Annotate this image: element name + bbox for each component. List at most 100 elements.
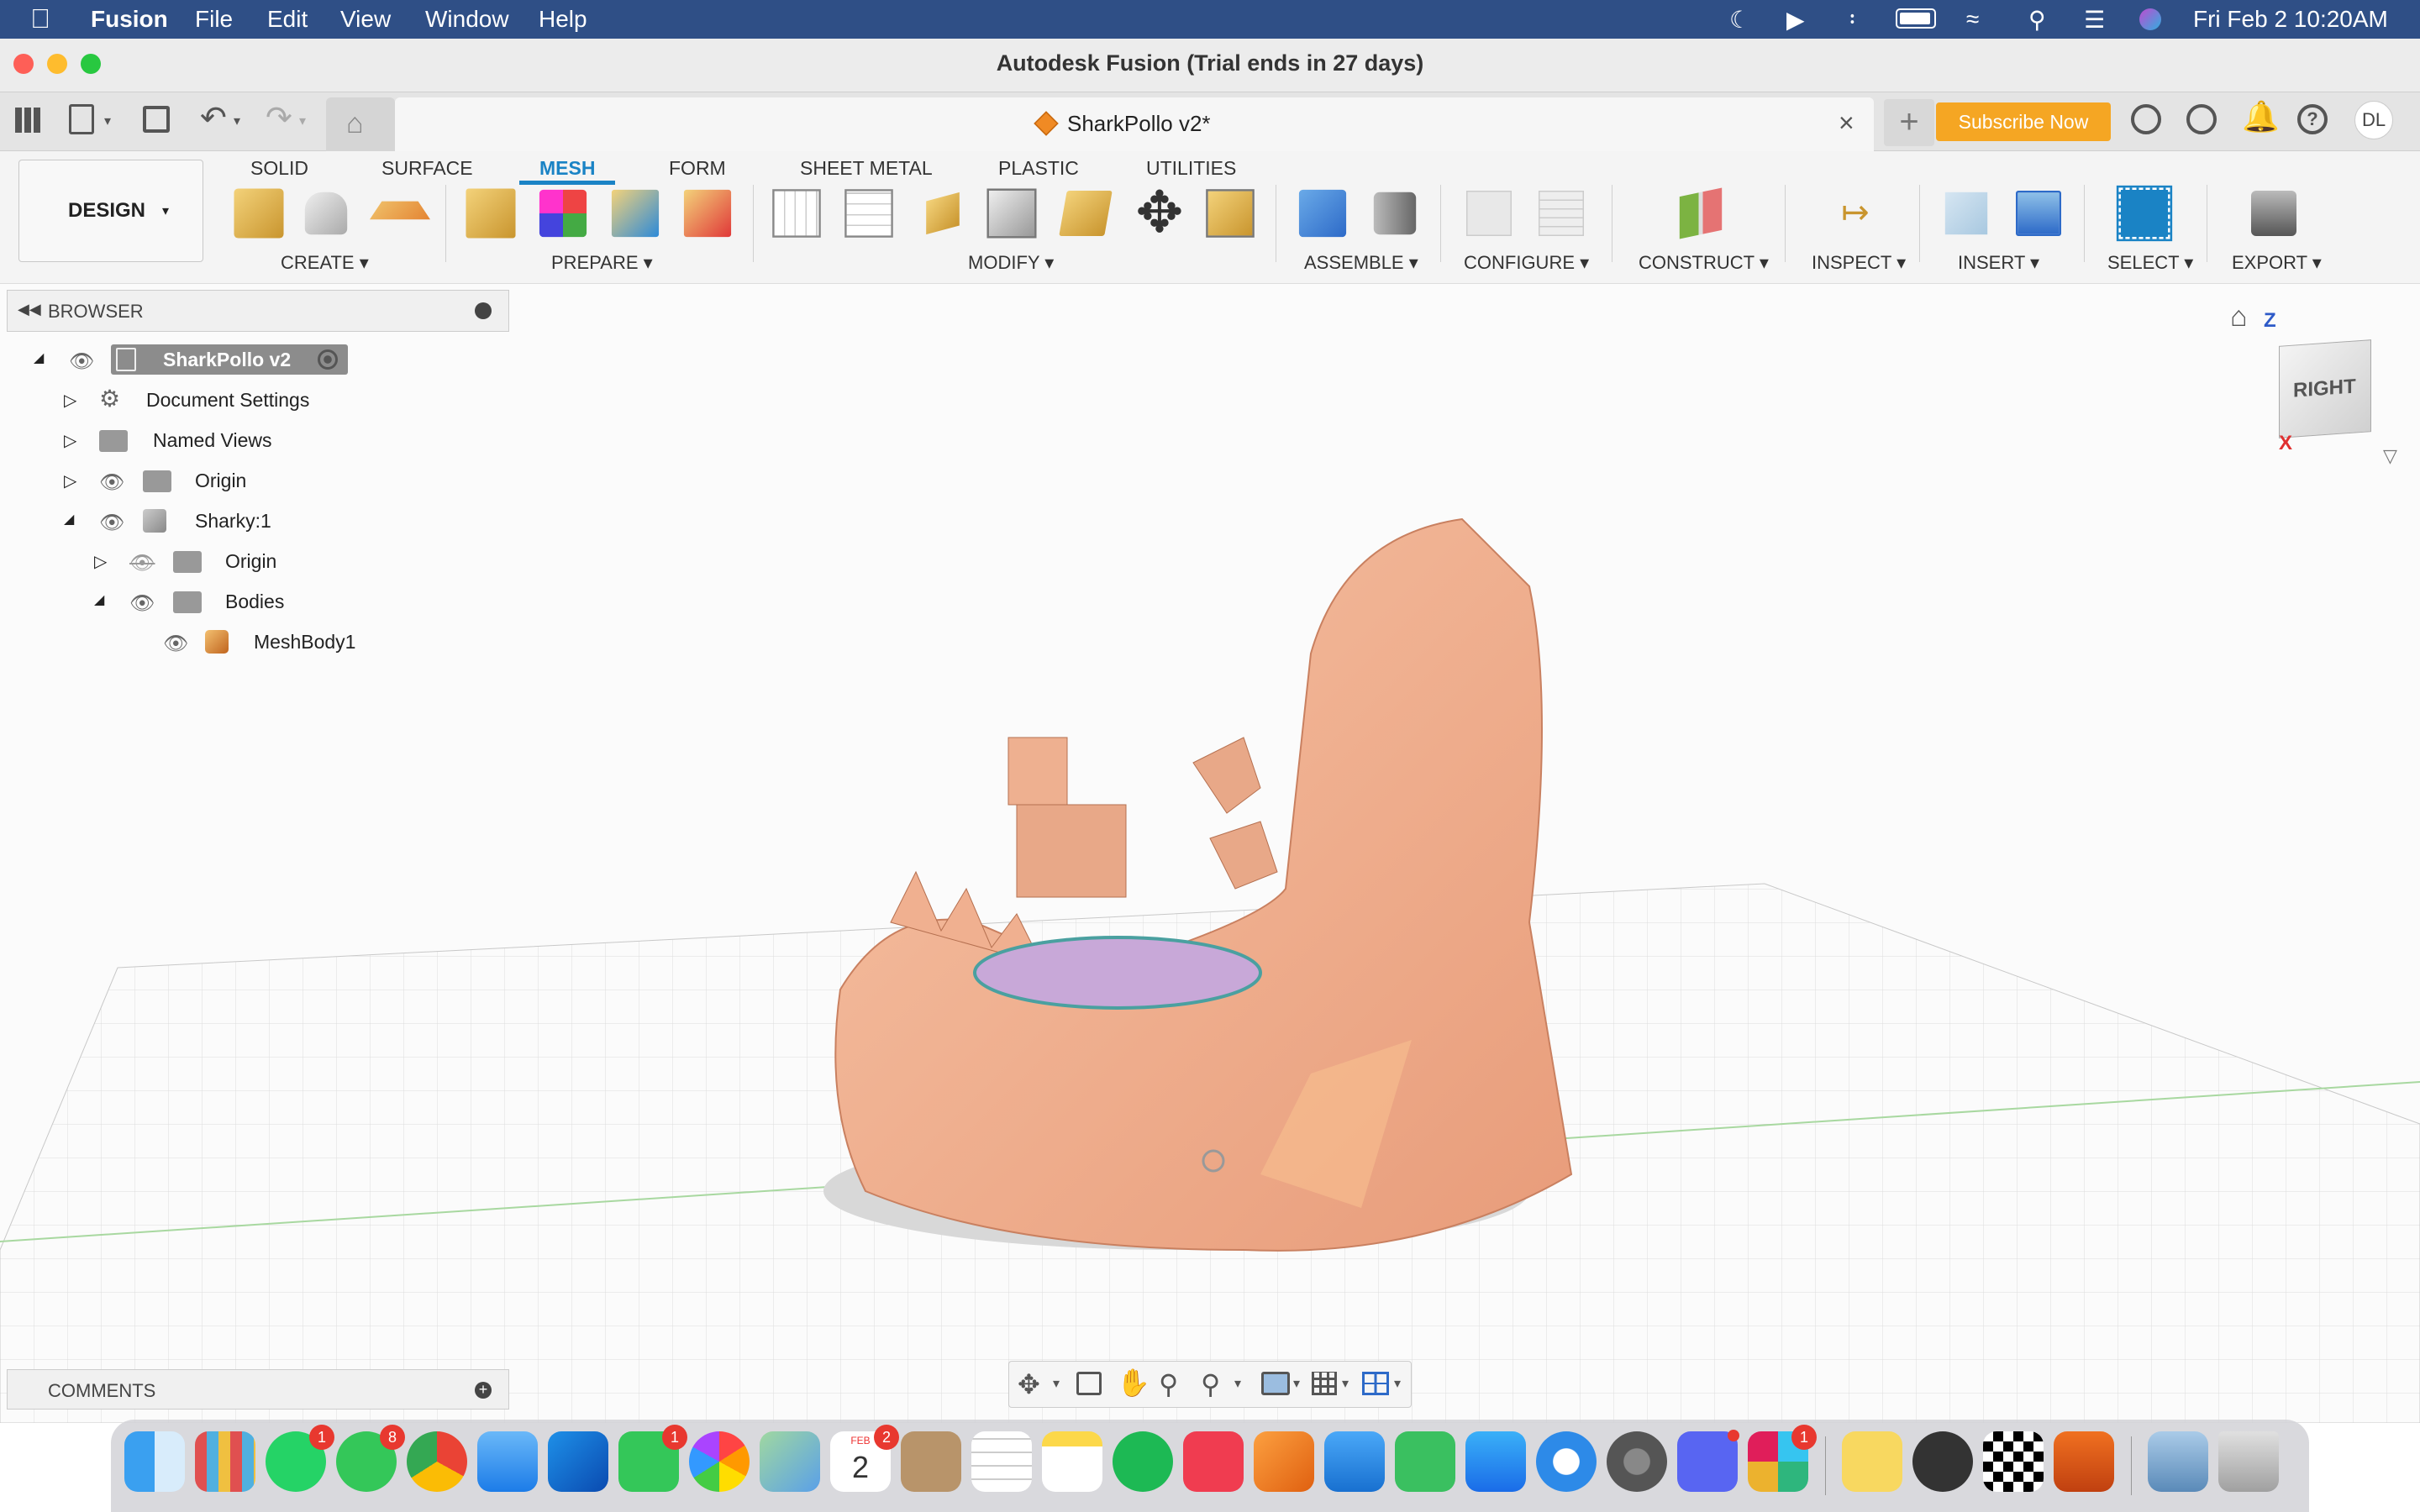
browser-pin-icon[interactable] xyxy=(475,302,492,319)
combine-face-groups-icon[interactable] xyxy=(539,189,587,238)
app-grid-icon[interactable] xyxy=(15,108,40,133)
tree-item-document-settings[interactable]: ▷ ⚙ Document Settings xyxy=(64,383,333,417)
tab-sheet-metal[interactable]: SHEET METAL xyxy=(800,151,933,185)
user-avatar[interactable]: DL xyxy=(2354,101,2393,139)
wifi-icon[interactable]: ≈ xyxy=(1966,6,1979,33)
play-icon[interactable]: ▶ xyxy=(1786,6,1805,34)
finder-icon[interactable] xyxy=(124,1431,185,1492)
zoom-icon[interactable]: ⚲ xyxy=(1159,1368,1178,1400)
export-icon[interactable] xyxy=(2251,191,2296,236)
stickies-icon[interactable] xyxy=(1842,1431,1902,1492)
shark-mesh-body[interactable] xyxy=(834,517,1573,1252)
visibility-eye-icon[interactable]: 👁 xyxy=(69,349,94,373)
collapse-arrow-icon[interactable]: ◢ xyxy=(64,511,74,528)
viewports-icon[interactable] xyxy=(1362,1372,1389,1395)
combine-icon[interactable] xyxy=(1059,191,1113,236)
chrome-icon[interactable] xyxy=(407,1431,467,1492)
expand-arrow-icon[interactable]: ▷ xyxy=(64,390,76,411)
maps-icon[interactable] xyxy=(760,1431,820,1492)
tree-item-bodies[interactable]: ◢ 👁 Bodies xyxy=(94,585,296,618)
view-cube[interactable]: RIGHT xyxy=(2279,339,2371,438)
insert-mesh-icon[interactable] xyxy=(234,188,284,239)
insert-derive-icon[interactable] xyxy=(1944,192,1988,235)
orbit-dropdown-icon[interactable]: ▾ xyxy=(1053,1375,1060,1392)
close-tab-icon[interactable]: × xyxy=(1839,108,1854,139)
messages-icon[interactable]: 8 xyxy=(336,1425,405,1492)
menu-edit[interactable]: Edit xyxy=(267,6,308,33)
visibility-eye-icon[interactable]: 👁 xyxy=(163,632,188,655)
hidden-eye-icon[interactable]: 👁 xyxy=(129,551,155,575)
whatsapp-icon[interactable]: 1 xyxy=(266,1425,334,1492)
tab-plastic[interactable]: PLASTIC xyxy=(998,151,1079,185)
menu-help[interactable]: Help xyxy=(539,6,587,33)
grid-settings-icon[interactable] xyxy=(1312,1372,1337,1395)
tab-surface[interactable]: SURFACE xyxy=(381,151,473,185)
display-dropdown-icon[interactable]: ▾ xyxy=(1293,1375,1300,1392)
measure-icon[interactable]: ↦ xyxy=(1825,183,1886,244)
inspect-group-menu[interactable]: INSPECT ▾ xyxy=(1812,252,1906,274)
subscribe-now-button[interactable]: Subscribe Now xyxy=(1936,102,2111,141)
configure-group-menu[interactable]: CONFIGURE ▾ xyxy=(1464,252,1589,274)
pan-hand-icon[interactable]: ✋ xyxy=(1117,1367,1150,1399)
notifications-bell-icon[interactable]: 🔔 xyxy=(2242,99,2280,134)
plane-cut-icon[interactable] xyxy=(772,189,821,238)
pages-icon[interactable] xyxy=(1254,1431,1314,1492)
tab-solid[interactable]: SOLID xyxy=(250,151,308,185)
tree-item-sharky-origin[interactable]: ▷ 👁 Origin xyxy=(94,544,296,578)
contacts-icon[interactable] xyxy=(901,1431,961,1492)
control-center-icon[interactable]: ☰ xyxy=(2084,6,2105,34)
shell-icon[interactable] xyxy=(926,192,960,235)
generate-face-groups-icon[interactable] xyxy=(466,188,516,239)
help-icon[interactable]: ? xyxy=(2297,104,2328,134)
keynote-icon[interactable] xyxy=(1324,1431,1385,1492)
inkscape-icon[interactable] xyxy=(1912,1431,1973,1492)
visibility-eye-icon[interactable]: 👁 xyxy=(129,591,155,615)
battery-icon[interactable] xyxy=(1896,8,1936,29)
canvas-viewport[interactable]: ⌂ RIGHT Z X ▽ xyxy=(0,284,2420,1423)
tree-item-sharky[interactable]: ◢ 👁 Sharky:1 xyxy=(64,504,282,538)
visibility-eye-icon[interactable]: 👁 xyxy=(99,470,124,494)
news-icon[interactable] xyxy=(1183,1431,1244,1492)
calendar-icon[interactable]: FEB 2 2 xyxy=(830,1425,899,1492)
menu-view[interactable]: View xyxy=(340,6,391,33)
close-window-button[interactable] xyxy=(13,54,34,74)
mail-icon[interactable] xyxy=(477,1431,538,1492)
save-icon[interactable] xyxy=(143,106,170,133)
trash-icon[interactable] xyxy=(2218,1431,2279,1492)
launchpad-icon[interactable] xyxy=(195,1431,255,1492)
apple-menu-icon[interactable]:  xyxy=(30,3,50,34)
reminders-icon[interactable] xyxy=(971,1431,1032,1492)
file-icon[interactable] xyxy=(69,104,94,134)
insert-group-menu[interactable]: INSERT ▾ xyxy=(1958,252,2039,274)
create-face-group-icon[interactable] xyxy=(370,201,430,220)
reverse-normal-icon[interactable] xyxy=(986,188,1037,239)
tab-form[interactable]: FORM xyxy=(669,151,726,185)
view-cube-menu-icon[interactable]: ▽ xyxy=(2383,445,2397,467)
zoom-window-button[interactable] xyxy=(81,54,101,74)
view-home-icon[interactable]: ⌂ xyxy=(2230,301,2248,333)
outlook-icon[interactable] xyxy=(548,1431,608,1492)
collapse-arrow-icon[interactable]: ◢ xyxy=(94,591,104,608)
canvas-image-icon[interactable] xyxy=(2016,191,2061,236)
tree-root[interactable]: ◢ 👁 SharkPollo v2 xyxy=(34,343,353,376)
bluetooth-icon[interactable]: ᛬ xyxy=(1845,6,1860,33)
zoom-dropdown-icon[interactable]: ▾ xyxy=(1234,1375,1241,1392)
redo-dropdown-icon[interactable]: ▾ xyxy=(299,113,306,129)
look-at-icon[interactable] xyxy=(1076,1372,1102,1395)
workspace-switcher[interactable]: DESIGN ▾ xyxy=(18,160,203,262)
modify-group-menu[interactable]: MODIFY ▾ xyxy=(968,252,1054,274)
erase-and-fill-icon[interactable] xyxy=(683,189,732,238)
configure-icon[interactable] xyxy=(1466,191,1512,236)
expand-arrow-icon[interactable]: ▷ xyxy=(64,470,76,491)
facetime-icon[interactable]: 1 xyxy=(618,1425,687,1492)
fit-zoom-icon[interactable]: ⚲ xyxy=(1201,1368,1220,1400)
select-icon[interactable] xyxy=(2116,185,2173,242)
siri-icon[interactable] xyxy=(2139,8,2161,30)
system-settings-icon[interactable] xyxy=(1607,1431,1667,1492)
expand-arrow-icon[interactable]: ▷ xyxy=(94,551,107,572)
numbers-icon[interactable] xyxy=(1395,1431,1455,1492)
create-group-menu[interactable]: CREATE ▾ xyxy=(281,252,369,274)
notes-icon[interactable] xyxy=(1042,1431,1102,1492)
job-status-icon[interactable] xyxy=(2131,104,2161,134)
downloads-folder-icon[interactable] xyxy=(2148,1431,2208,1492)
